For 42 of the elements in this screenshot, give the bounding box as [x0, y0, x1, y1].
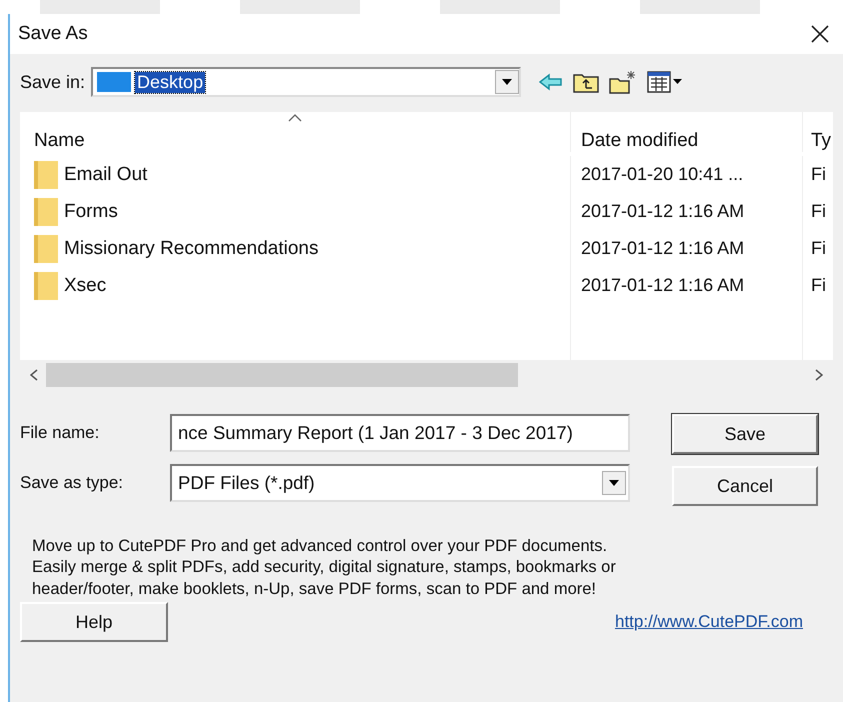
type-cell: Fi — [802, 267, 833, 304]
new-folder-icon[interactable] — [609, 70, 638, 94]
promo-text: header/footer, make booklets, n-Up, save PDF forms, scan to PDF and more! — [32, 578, 596, 600]
close-icon[interactable] — [811, 25, 829, 43]
date-cell: 2017-01-12 1:16 AM — [570, 230, 802, 267]
file-name[interactable]: Email Out — [64, 164, 148, 186]
save-in-dropdown[interactable]: Desktop — [91, 67, 522, 97]
scrollbar-thumb[interactable] — [46, 363, 518, 387]
file-name-label: File name: — [20, 423, 100, 443]
view-menu-icon[interactable] — [647, 71, 684, 93]
folder-icon — [34, 234, 58, 262]
scroll-left-icon[interactable] — [30, 369, 38, 381]
website-link[interactable]: http://www.CutePDF.com — [614, 612, 803, 632]
promo-text: Move up to CutePDF Pro and get advanced control over your PDF documents. — [32, 536, 608, 557]
type-cell: Fi — [802, 193, 833, 230]
back-arrow-icon[interactable] — [539, 73, 564, 91]
date-cell: 2017-01-12 1:16 AM — [570, 267, 802, 304]
desktop-icon — [97, 72, 132, 92]
save-as-type-dropdown[interactable]: PDF Files (*.pdf) — [170, 464, 630, 502]
type-cell: Fi — [802, 230, 833, 267]
scroll-right-icon[interactable] — [815, 369, 823, 381]
file-name-field[interactable]: nce Summary Report (1 Jan 2017 - 3 Dec 2017) — [170, 414, 630, 452]
date-cell: 2017-01-20 10:41 ... — [570, 156, 802, 193]
cancel-button[interactable]: Cancel — [672, 466, 818, 506]
column-header[interactable]: Ty — [802, 112, 833, 152]
sort-caret-icon — [288, 114, 302, 122]
folder-icon — [34, 198, 58, 226]
file-name[interactable]: Forms — [64, 200, 118, 222]
save-as-type-label: Save as type: — [20, 473, 124, 493]
save-in-label: Save in: — [20, 72, 86, 92]
save-button[interactable]: Save — [672, 414, 818, 454]
type-cell: Fi — [802, 156, 833, 193]
folder-icon — [34, 272, 58, 300]
file-name[interactable]: Missionary Recommendations — [64, 238, 318, 260]
file-name[interactable]: Xsec — [64, 274, 106, 296]
column-header[interactable]: Name — [20, 130, 570, 152]
date-cell: 2017-01-12 1:16 AM — [570, 193, 802, 230]
help-button[interactable]: Help — [20, 602, 168, 642]
promo-text: Easily merge & split PDFs, add security, digital signature, stamps, bookmarks or — [32, 557, 616, 578]
window-title: Save As — [18, 23, 88, 45]
folder-icon — [34, 160, 58, 188]
column-header[interactable]: Date modified — [570, 112, 802, 152]
